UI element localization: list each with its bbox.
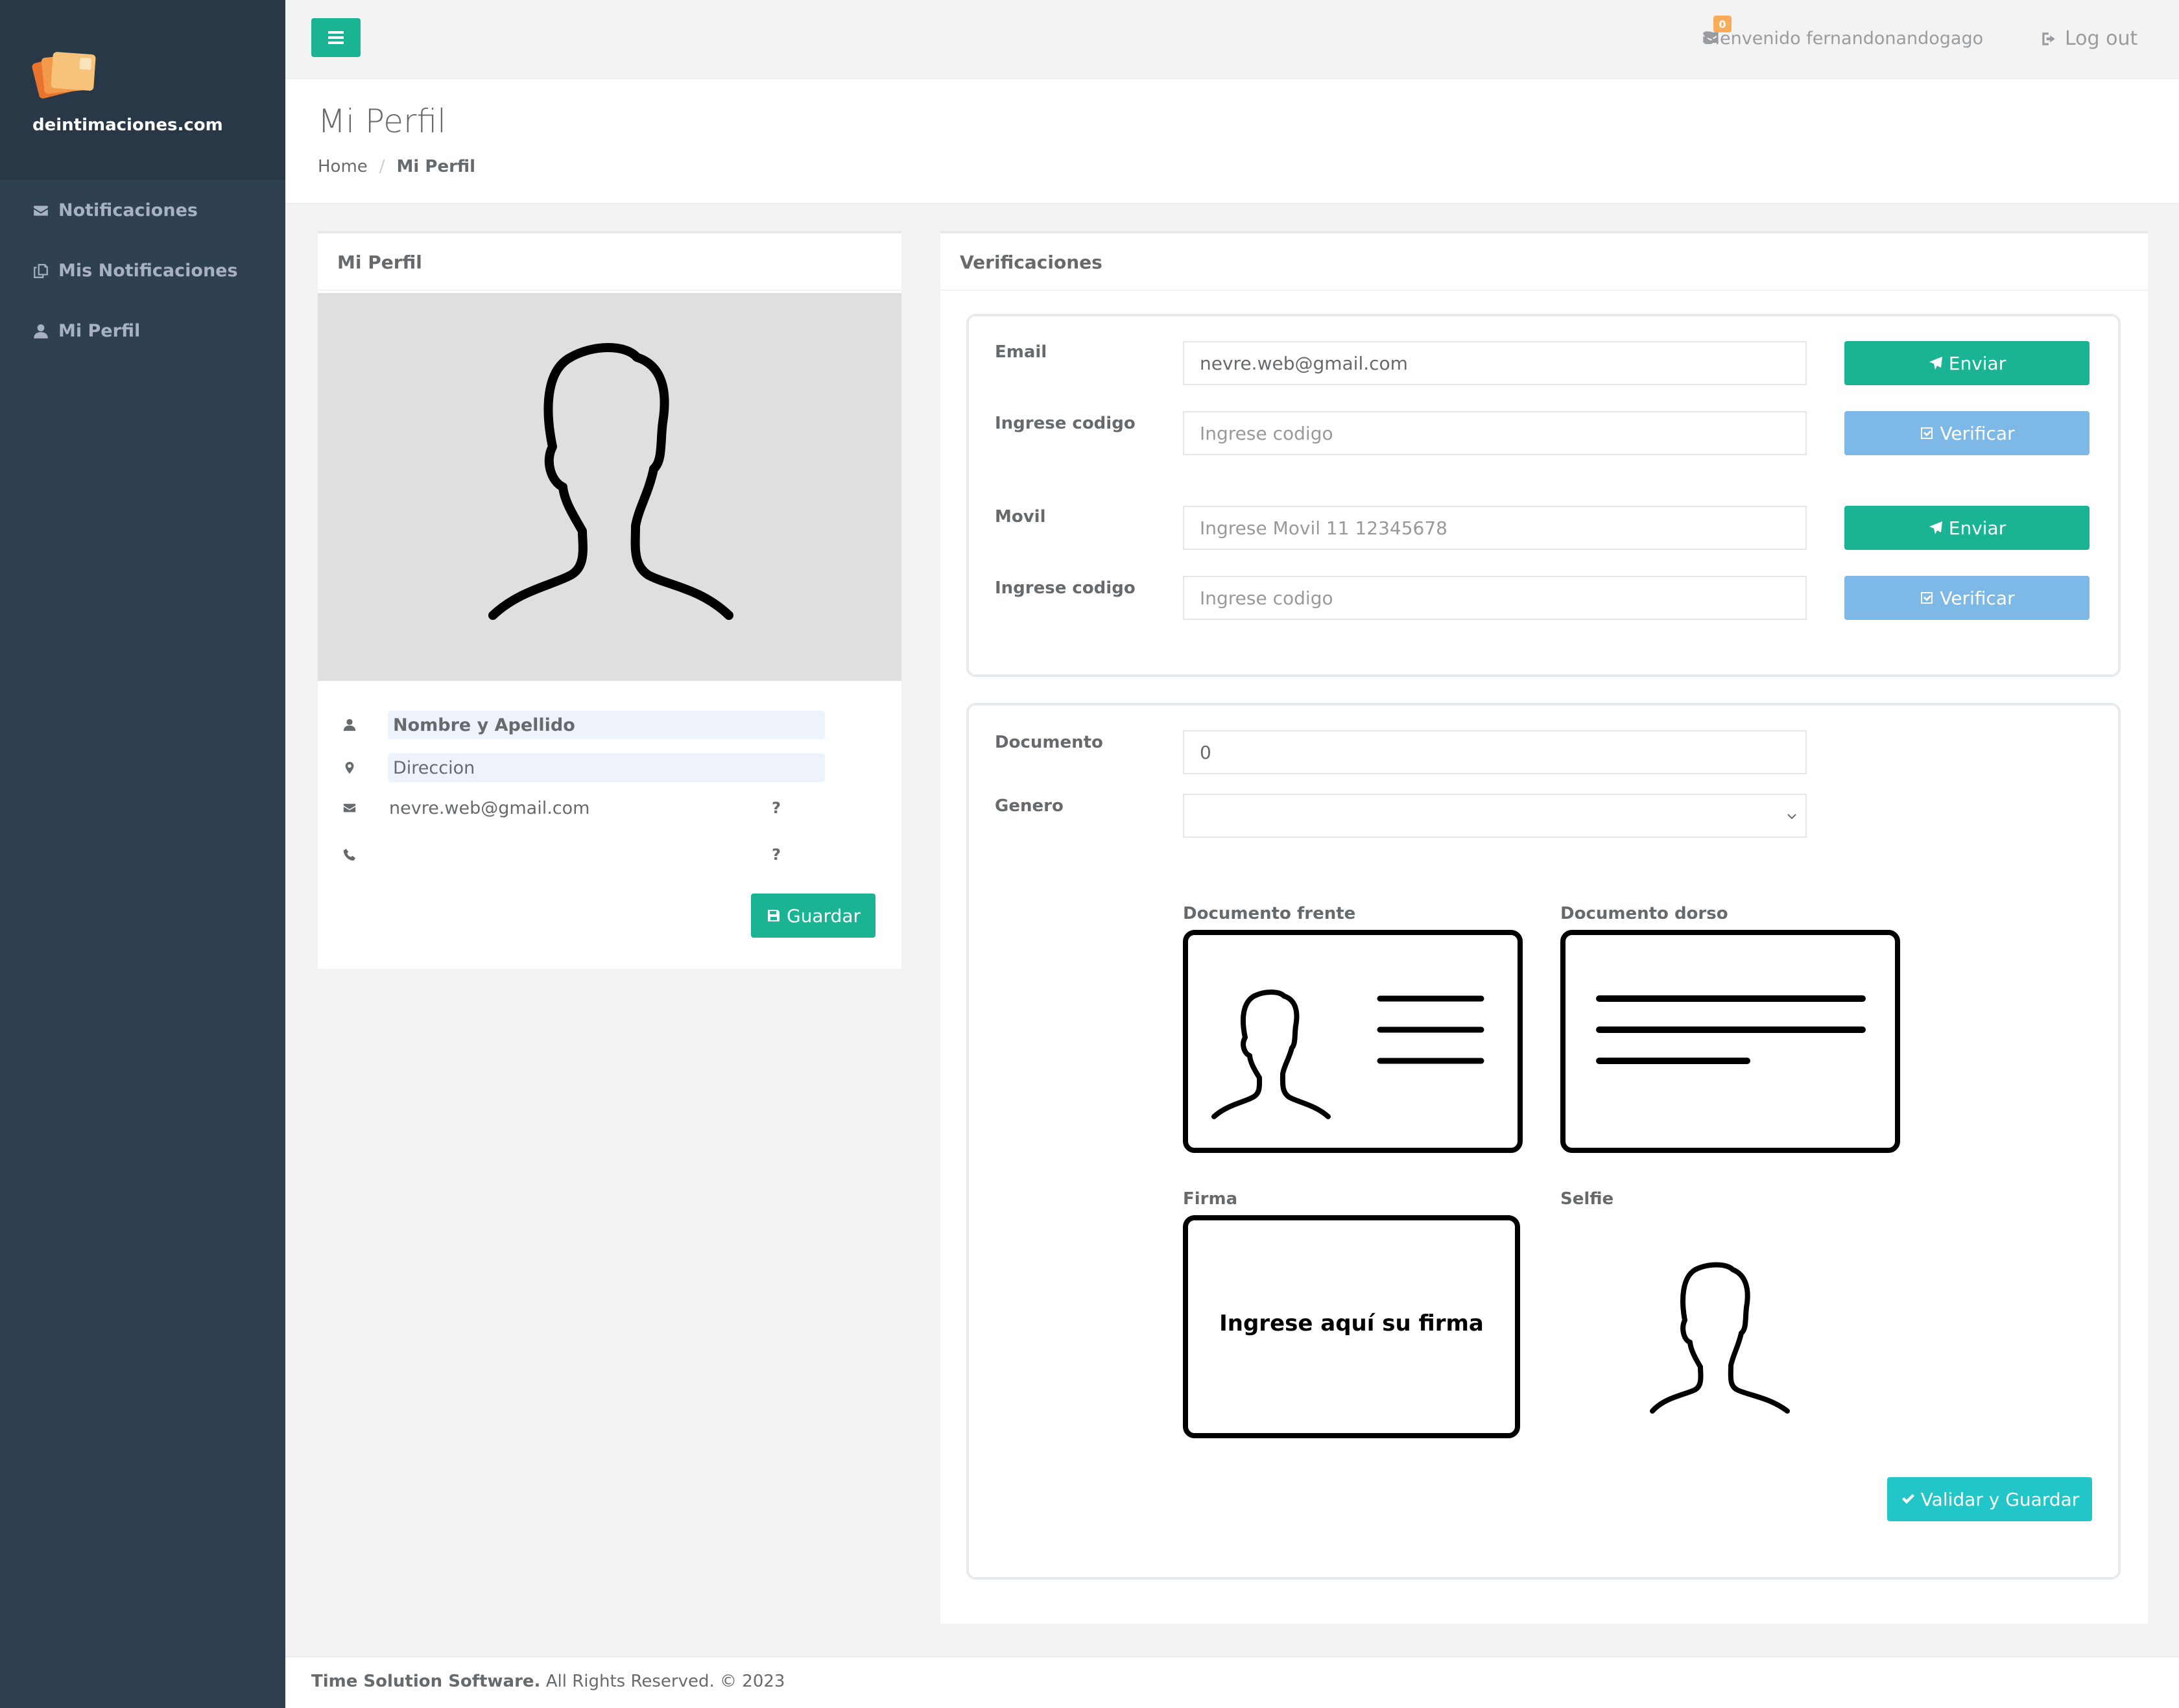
- address-field[interactable]: Direccion: [388, 753, 825, 782]
- save-label: Guardar: [786, 905, 861, 927]
- check-icon: [1901, 1494, 1914, 1504]
- envelope-icon: [34, 205, 48, 216]
- page-title: Mi Perfil: [318, 102, 446, 140]
- selfie-upload[interactable]: [1643, 1241, 1812, 1423]
- sidebar-item-label: Mi Perfil: [58, 321, 141, 341]
- email-label: Email: [995, 342, 1047, 362]
- footer-company: Time Solution Software.: [311, 1672, 541, 1691]
- document-back-upload[interactable]: [1560, 930, 1900, 1153]
- paper-plane-icon: [1929, 521, 1942, 534]
- footer-rights: All Rights Reserved. © 2023: [545, 1672, 785, 1691]
- sidebar-item-label: Notificaciones: [58, 200, 198, 220]
- gender-select[interactable]: [1183, 794, 1807, 838]
- verify-mobile-button[interactable]: Verificar: [1844, 576, 2090, 620]
- verification-panel: Verificaciones Email nevre.web@gmail.com…: [940, 231, 2148, 1624]
- sidebar-header: deintimaciones.com: [0, 0, 285, 180]
- brand-name[interactable]: deintimaciones.com: [32, 115, 285, 135]
- sidebar-item-mi-perfil[interactable]: Mi Perfil: [0, 301, 285, 361]
- breadcrumb-current: Mi Perfil: [396, 157, 476, 176]
- page-heading: Mi Perfil Home / Mi Perfil: [285, 79, 2179, 204]
- logo-icon[interactable]: [31, 49, 97, 100]
- selfie-label: Selfie: [1560, 1189, 1614, 1209]
- signature-prompt: Ingrese aquí su firma: [1219, 1311, 1484, 1336]
- email-value: nevre.web@gmail.com: [389, 798, 590, 818]
- top-navbar: Bienvenido fernandonandogago: [285, 0, 2179, 79]
- contact-verification-box: Email nevre.web@gmail.com Enviar Ingrese…: [966, 314, 2121, 677]
- logout-label: Log out: [2065, 27, 2138, 50]
- check-square-icon: [1921, 427, 1933, 439]
- verify-email-button[interactable]: Verificar: [1844, 411, 2090, 455]
- send-label: Enviar: [1948, 352, 2006, 374]
- document-verification-box: Documento 0 Genero Documento frente Docu…: [966, 703, 2121, 1580]
- envelope-icon: [343, 803, 356, 812]
- phone-icon: [343, 848, 356, 861]
- document-back-label: Documento dorso: [1560, 904, 1728, 923]
- mobile-label: Movil: [995, 507, 1046, 527]
- validate-save-label: Validar y Guardar: [1920, 1488, 2080, 1510]
- mobile-input[interactable]: Ingrese Movil 11 12345678: [1183, 506, 1807, 550]
- breadcrumb-separator: /: [379, 157, 385, 176]
- person-silhouette-icon: [1650, 1262, 1790, 1414]
- welcome-message: Bienvenido fernandonandogago: [1703, 29, 1984, 49]
- send-mobile-button[interactable]: Enviar: [1844, 506, 2090, 550]
- verify-label: Verificar: [1940, 587, 2015, 609]
- sidebar: deintimaciones.com Notificaciones Mis No…: [0, 0, 285, 1708]
- phone-status-icon: ?: [772, 846, 781, 864]
- user-icon: [34, 324, 48, 338]
- document-label: Documento: [995, 733, 1103, 752]
- phone-row: ?: [340, 840, 878, 869]
- breadcrumb-home[interactable]: Home: [318, 157, 368, 176]
- chevron-down-icon: [1787, 814, 1796, 820]
- check-square-icon: [1921, 592, 1933, 604]
- profile-avatar[interactable]: [318, 293, 901, 681]
- profile-panel-title: Mi Perfil: [318, 233, 901, 291]
- signature-pad[interactable]: Ingrese aquí su firma: [1183, 1215, 1520, 1438]
- id-card-back-icon: [1596, 995, 1866, 1064]
- save-button[interactable]: Guardar: [751, 894, 875, 938]
- copy-icon: [34, 263, 48, 278]
- email-code-label: Ingrese codigo: [995, 414, 1136, 433]
- signature-label: Firma: [1183, 1189, 1238, 1209]
- sidebar-item-notificaciones[interactable]: Notificaciones: [0, 180, 285, 241]
- email-code-input[interactable]: Ingrese codigo: [1183, 411, 1807, 455]
- sidebar-item-mis-notificaciones[interactable]: Mis Notificaciones: [0, 241, 285, 301]
- person-silhouette-icon: [488, 343, 733, 620]
- name-field[interactable]: Nombre y Apellido: [388, 711, 825, 739]
- id-card-front-icon: [1211, 990, 1484, 1119]
- map-marker-icon: [345, 761, 354, 774]
- mobile-code-input[interactable]: Ingrese codigo: [1183, 576, 1807, 620]
- mobile-code-label: Ingrese codigo: [995, 578, 1136, 598]
- sidebar-item-label: Mis Notificaciones: [58, 261, 238, 281]
- menu-toggle-button[interactable]: [311, 18, 361, 57]
- email-input[interactable]: nevre.web@gmail.com: [1183, 341, 1807, 385]
- send-label: Enviar: [1948, 517, 2006, 539]
- verification-panel-title: Verificaciones: [940, 233, 2148, 291]
- profile-panel: Mi Perfil Nombre y Apellido Direccion ne…: [318, 231, 901, 969]
- document-front-upload[interactable]: [1183, 930, 1523, 1153]
- user-icon: [343, 718, 356, 731]
- hamburger-icon: [328, 36, 344, 39]
- footer: Time Solution Software. All Rights Reser…: [285, 1656, 2179, 1708]
- breadcrumb: Home / Mi Perfil: [318, 157, 2179, 176]
- document-input[interactable]: 0: [1183, 730, 1807, 774]
- floppy-disk-icon: [767, 910, 780, 921]
- verify-label: Verificar: [1940, 422, 2015, 444]
- address-row: Direccion: [340, 753, 878, 782]
- gender-label: Genero: [995, 796, 1064, 816]
- name-row: Nombre y Apellido: [340, 711, 878, 739]
- paper-plane-icon: [1929, 357, 1942, 370]
- document-front-label: Documento frente: [1183, 904, 1356, 923]
- email-row: nevre.web@gmail.com ?: [340, 794, 878, 822]
- send-email-button[interactable]: Enviar: [1844, 341, 2090, 385]
- mail-count-badge: 0: [1713, 16, 1732, 32]
- logout-link[interactable]: Log out: [2040, 27, 2137, 50]
- sign-out-icon: [2042, 32, 2055, 45]
- email-status-icon: ?: [772, 799, 781, 817]
- validate-save-button[interactable]: Validar y Guardar: [1887, 1477, 2092, 1521]
